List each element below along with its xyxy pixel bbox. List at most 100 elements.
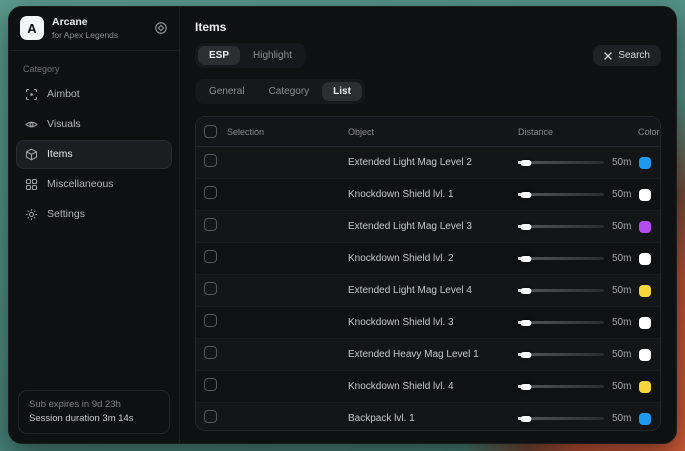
slider-thumb[interactable] [520, 384, 531, 390]
header-distance: Distance [518, 127, 638, 137]
color-swatch[interactable] [639, 157, 651, 169]
color-swatch[interactable] [639, 285, 651, 297]
table-row: Extended Light Mag Level 4 50m [196, 275, 660, 307]
distance-value: 50m [612, 221, 631, 232]
main-content: Items ESP Highlight Search General Categ… [180, 7, 676, 443]
object-name: Knockdown Shield lvl. 1 [348, 189, 518, 200]
header-object: Object [348, 127, 518, 137]
table-row: Extended Heavy Mag Level 1 50m [196, 339, 660, 371]
sidebar-item-settings[interactable]: Settings [16, 200, 172, 229]
tab-general[interactable]: General [198, 82, 256, 101]
sidebar-item-miscellaneous[interactable]: Miscellaneous [16, 170, 172, 199]
session-duration-text: Session duration 3m 14s [29, 412, 159, 426]
row-checkbox[interactable] [204, 378, 217, 391]
row-checkbox[interactable] [204, 314, 217, 327]
table-body: Extended Light Mag Level 2 50m Knockdown… [196, 147, 660, 431]
distance-slider[interactable] [518, 289, 604, 292]
row-checkbox[interactable] [204, 186, 217, 199]
crosshair-icon [25, 88, 38, 101]
row-checkbox[interactable] [204, 154, 217, 167]
app-window: A Arcane for Apex Legends Category Aimbo… [8, 6, 677, 444]
distance-slider[interactable] [518, 161, 604, 164]
slider-thumb[interactable] [520, 192, 531, 198]
slider-thumb[interactable] [520, 160, 531, 166]
table-row: Knockdown Shield lvl. 3 50m [196, 307, 660, 339]
slider-thumb[interactable] [520, 224, 531, 230]
box-icon [25, 148, 38, 161]
color-swatch[interactable] [639, 221, 651, 233]
sidebar-section-label: Category [23, 64, 165, 74]
session-info-box: Sub expires in 9d 23h Session duration 3… [18, 390, 170, 435]
sidebar-item-visuals[interactable]: Visuals [16, 110, 172, 139]
table-row: Knockdown Shield lvl. 4 50m [196, 371, 660, 403]
x-icon [604, 52, 612, 60]
gear-icon [25, 208, 38, 221]
sidebar: A Arcane for Apex Legends Category Aimbo… [9, 7, 180, 443]
sidebar-item-aimbot[interactable]: Aimbot [16, 80, 172, 109]
distance-value: 50m [612, 413, 631, 424]
object-name: Extended Light Mag Level 2 [348, 157, 518, 168]
object-name: Knockdown Shield lvl. 3 [348, 317, 518, 328]
target-icon[interactable] [154, 21, 168, 35]
table-row: Knockdown Shield lvl. 1 50m [196, 179, 660, 211]
object-name: Knockdown Shield lvl. 2 [348, 253, 518, 264]
distance-slider[interactable] [518, 225, 604, 228]
header-selection: Selection [227, 127, 264, 137]
app-title: Arcane [52, 16, 146, 30]
object-name: Knockdown Shield lvl. 4 [348, 381, 518, 392]
tab-list[interactable]: List [322, 82, 362, 101]
view-tabs: General Category List [195, 79, 365, 104]
color-swatch[interactable] [639, 317, 651, 329]
table-header: Selection Object Distance Color [196, 117, 660, 147]
object-name: Extended Light Mag Level 4 [348, 285, 518, 296]
row-checkbox[interactable] [204, 410, 217, 423]
tab-category[interactable]: Category [258, 82, 321, 101]
color-swatch[interactable] [639, 381, 651, 393]
color-swatch[interactable] [639, 253, 651, 265]
distance-value: 50m [612, 381, 631, 392]
distance-value: 50m [612, 253, 631, 264]
distance-slider[interactable] [518, 385, 604, 388]
slider-thumb[interactable] [520, 416, 531, 422]
controls-row: ESP Highlight Search [195, 43, 661, 68]
color-swatch[interactable] [639, 413, 651, 425]
distance-slider[interactable] [518, 417, 604, 420]
items-table: Selection Object Distance Color Extended… [195, 116, 661, 431]
object-name: Backpack lvl. 1 [348, 413, 518, 424]
row-checkbox[interactable] [204, 282, 217, 295]
sidebar-item-items[interactable]: Items [16, 140, 172, 169]
distance-value: 50m [612, 349, 631, 360]
tab-highlight[interactable]: Highlight [242, 46, 303, 65]
distance-value: 50m [612, 157, 631, 168]
header-color: Color [638, 127, 661, 137]
mode-tabs: ESP Highlight [195, 43, 306, 68]
app-logo: A [20, 16, 44, 40]
sub-expires-text: Sub expires in 9d 23h [29, 398, 159, 412]
slider-thumb[interactable] [520, 256, 531, 262]
distance-slider[interactable] [518, 257, 604, 260]
search-button-label: Search [618, 50, 650, 61]
table-row: Backpack lvl. 1 50m [196, 403, 660, 431]
row-checkbox[interactable] [204, 250, 217, 263]
color-swatch[interactable] [639, 189, 651, 201]
row-checkbox[interactable] [204, 218, 217, 231]
distance-value: 50m [612, 317, 631, 328]
table-row: Extended Light Mag Level 3 50m [196, 211, 660, 243]
distance-slider[interactable] [518, 353, 604, 356]
tab-esp[interactable]: ESP [198, 46, 240, 65]
eye-icon [25, 118, 38, 131]
search-button[interactable]: Search [593, 45, 661, 66]
object-name: Extended Heavy Mag Level 1 [348, 349, 518, 360]
grid-icon [25, 178, 38, 191]
sidebar-header: A Arcane for Apex Legends [9, 7, 179, 51]
slider-thumb[interactable] [520, 320, 531, 326]
app-subtitle: for Apex Legends [52, 30, 146, 41]
color-swatch[interactable] [639, 349, 651, 361]
distance-slider[interactable] [518, 193, 604, 196]
distance-value: 50m [612, 285, 631, 296]
select-all-checkbox[interactable] [204, 125, 217, 138]
row-checkbox[interactable] [204, 346, 217, 359]
slider-thumb[interactable] [520, 288, 531, 294]
slider-thumb[interactable] [520, 352, 531, 358]
distance-slider[interactable] [518, 321, 604, 324]
